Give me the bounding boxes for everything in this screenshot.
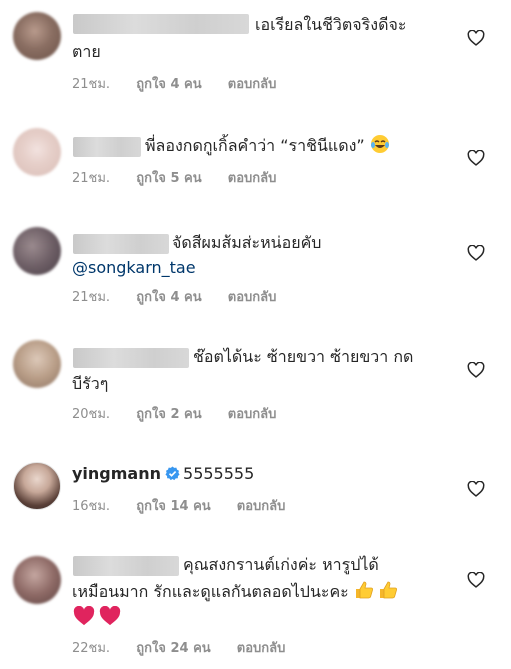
comment-meta: 20ชม. ถูกใจ 2 คน ตอบกลับ bbox=[72, 407, 276, 423]
avatar[interactable] bbox=[13, 556, 61, 604]
reply-button[interactable]: ตอบกลับ bbox=[237, 499, 286, 515]
comment-text-line1: ช๊อตได้นะ ซ้ายขวา ซ้ายขวา กด bbox=[193, 347, 414, 366]
likes-count[interactable]: ถูกใจ 2 คน bbox=[136, 407, 201, 423]
comment-text-line1: จัดสีผมส้มส่ะหน่อยคับ bbox=[172, 233, 322, 252]
likes-count[interactable]: ถูกใจ 14 คน bbox=[136, 499, 210, 515]
reply-button[interactable]: ตอบกลับ bbox=[228, 290, 277, 306]
thumbs-up-emoji bbox=[355, 581, 373, 599]
comment-time[interactable]: 21ชม. bbox=[72, 171, 110, 187]
heart-outline-icon[interactable] bbox=[467, 362, 485, 378]
username-blurred[interactable] bbox=[73, 234, 169, 254]
comment-meta: 21ชม. ถูกใจ 5 คน ตอบกลับ bbox=[72, 171, 276, 187]
reply-button[interactable]: ตอบกลับ bbox=[237, 641, 286, 657]
comment-meta: 21ชม. ถูกใจ 4 คน ตอบกลับ bbox=[72, 290, 276, 306]
comment-meta: 21ชม. ถูกใจ 4 คน ตอบกลับ bbox=[72, 77, 276, 93]
comment-meta: 22ชม. ถูกใจ 24 คน ตอบกลับ bbox=[72, 641, 285, 657]
reply-button[interactable]: ตอบกลับ bbox=[228, 77, 277, 93]
comment-item: yingmann 5555555 16ชม. ถูกใจ 14 คน ตอบกลั… bbox=[0, 444, 511, 534]
username-blurred[interactable] bbox=[73, 348, 189, 368]
avatar[interactable] bbox=[13, 128, 61, 176]
username-blurred[interactable] bbox=[73, 137, 141, 157]
comment-item: คุณสงกรานต์เก่งค่ะ หารูปได้ เหมือนมาก รั… bbox=[0, 534, 511, 669]
likes-count[interactable]: ถูกใจ 5 คน bbox=[136, 171, 201, 187]
red-heart-emoji bbox=[99, 606, 121, 626]
heart-outline-icon[interactable] bbox=[467, 481, 485, 497]
tears-of-joy-emoji bbox=[370, 135, 389, 153]
verified-badge-icon bbox=[165, 466, 180, 481]
comment-text-line1: เอเรียลในชีวิตจริงดีจะ bbox=[255, 15, 407, 34]
comment-text-line2: เหมือนมาก รักและดูแลกันตลอดไปนะคะ bbox=[72, 579, 398, 605]
comment-emoji-line bbox=[73, 605, 121, 631]
comment-item: พี่ลองกดกูเกิ้ลคำว่า “ราชินีแดง” 21ชม. ถ… bbox=[0, 112, 511, 202]
comment-meta: 16ชม. ถูกใจ 14 คน ตอบกลับ bbox=[72, 499, 285, 515]
heart-outline-icon[interactable] bbox=[467, 572, 485, 588]
comment-time[interactable]: 16ชม. bbox=[72, 499, 110, 515]
heart-outline-icon[interactable] bbox=[467, 30, 485, 46]
comment-time[interactable]: 22ชม. bbox=[72, 641, 110, 657]
avatar[interactable] bbox=[13, 12, 61, 60]
comment-item: ช๊อตได้นะ ซ้ายขวา ซ้ายขวา กด บีรัวๆ 20ชม… bbox=[0, 322, 511, 444]
comment-text-line1: yingmann 5555555 bbox=[72, 464, 255, 483]
username-blurred[interactable] bbox=[73, 556, 179, 576]
comment-text-line1: พี่ลองกดกูเกิ้ลคำว่า “ราชินีแดง” bbox=[145, 133, 390, 159]
heart-outline-icon[interactable] bbox=[467, 245, 485, 261]
reply-button[interactable]: ตอบกลับ bbox=[228, 407, 277, 423]
comment-item: เอเรียลในชีวิตจริงดีจะ ตาย 21ชม. ถูกใจ 4… bbox=[0, 0, 511, 112]
comment-text-line2: บีรัวๆ bbox=[72, 374, 109, 393]
username-blurred[interactable] bbox=[73, 14, 249, 34]
heart-outline-icon[interactable] bbox=[467, 150, 485, 166]
username[interactable]: yingmann bbox=[72, 464, 161, 483]
red-heart-emoji bbox=[73, 606, 95, 626]
comment-time[interactable]: 20ชม. bbox=[72, 407, 110, 423]
likes-count[interactable]: ถูกใจ 4 คน bbox=[136, 290, 201, 306]
comment-item: จัดสีผมส้มส่ะหน่อยคับ @songkarn_tae 21ชม… bbox=[0, 202, 511, 322]
comment-time[interactable]: 21ชม. bbox=[72, 290, 110, 306]
thumbs-up-emoji bbox=[379, 581, 397, 599]
likes-count[interactable]: ถูกใจ 24 คน bbox=[136, 641, 210, 657]
reply-button[interactable]: ตอบกลับ bbox=[228, 171, 277, 187]
avatar[interactable] bbox=[13, 227, 61, 275]
avatar[interactable] bbox=[13, 462, 61, 510]
likes-count[interactable]: ถูกใจ 4 คน bbox=[136, 77, 201, 93]
mention-link[interactable]: @songkarn_tae bbox=[72, 255, 196, 281]
comment-text-line2: ตาย bbox=[72, 42, 101, 61]
comment-time[interactable]: 21ชม. bbox=[72, 77, 110, 93]
avatar[interactable] bbox=[13, 340, 61, 388]
comment-text-line1: คุณสงกรานต์เก่งค่ะ หารูปได้ bbox=[183, 555, 379, 574]
